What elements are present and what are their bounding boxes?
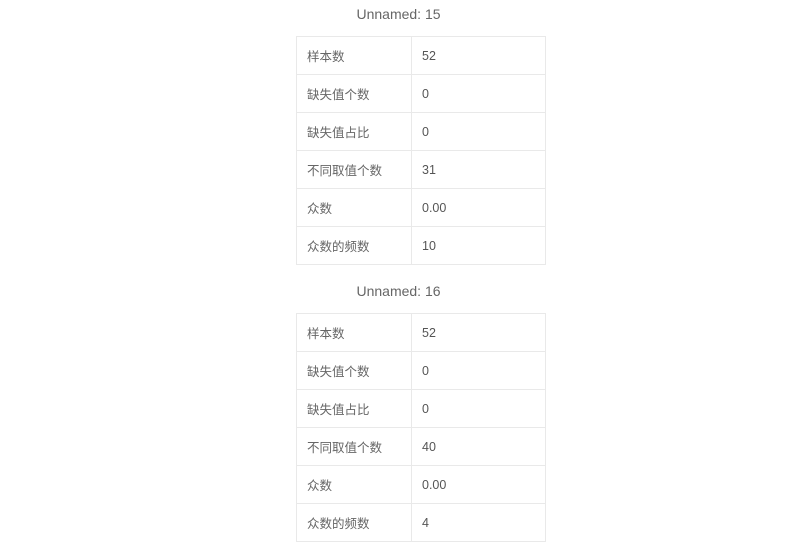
table-row: 缺失值个数0 [297, 75, 546, 113]
stat-label: 缺失值占比 [297, 113, 412, 151]
stat-value: 52 [412, 37, 546, 75]
stat-value: 10 [412, 227, 546, 265]
section-title: Unnamed: 16 [0, 283, 797, 299]
stat-value: 52 [412, 314, 546, 352]
stat-label: 不同取值个数 [297, 151, 412, 189]
section-title: Unnamed: 15 [0, 6, 797, 22]
stat-label: 样本数 [297, 314, 412, 352]
stat-value: 4 [412, 504, 546, 542]
stat-label: 不同取值个数 [297, 428, 412, 466]
stat-value: 0 [412, 113, 546, 151]
table-row: 众数的频数4 [297, 504, 546, 542]
stat-value: 31 [412, 151, 546, 189]
stats-table: 样本数52 缺失值个数0 缺失值占比0 不同取值个数40 众数0.00 众数的频… [296, 313, 546, 542]
stat-value: 0.00 [412, 189, 546, 227]
stat-value: 0 [412, 390, 546, 428]
stat-label: 缺失值个数 [297, 75, 412, 113]
table-row: 不同取值个数31 [297, 151, 546, 189]
stat-value: 0 [412, 352, 546, 390]
stat-label: 众数的频数 [297, 227, 412, 265]
stat-value: 0.00 [412, 466, 546, 504]
stat-label: 缺失值个数 [297, 352, 412, 390]
table-row: 众数0.00 [297, 466, 546, 504]
table-row: 缺失值占比0 [297, 113, 546, 151]
table-row: 缺失值个数0 [297, 352, 546, 390]
table-row: 众数的频数10 [297, 227, 546, 265]
stats-section-0: Unnamed: 15 样本数52 缺失值个数0 缺失值占比0 不同取值个数31… [0, 6, 797, 265]
stat-label: 众数 [297, 189, 412, 227]
table-row: 众数0.00 [297, 189, 546, 227]
stat-label: 众数 [297, 466, 412, 504]
table-row: 不同取值个数40 [297, 428, 546, 466]
stat-label: 缺失值占比 [297, 390, 412, 428]
table-row: 缺失值占比0 [297, 390, 546, 428]
stats-table: 样本数52 缺失值个数0 缺失值占比0 不同取值个数31 众数0.00 众数的频… [296, 36, 546, 265]
table-row: 样本数52 [297, 37, 546, 75]
stat-label: 众数的频数 [297, 504, 412, 542]
stats-section-1: Unnamed: 16 样本数52 缺失值个数0 缺失值占比0 不同取值个数40… [0, 283, 797, 542]
stat-label: 样本数 [297, 37, 412, 75]
table-row: 样本数52 [297, 314, 546, 352]
stat-value: 0 [412, 75, 546, 113]
stat-value: 40 [412, 428, 546, 466]
